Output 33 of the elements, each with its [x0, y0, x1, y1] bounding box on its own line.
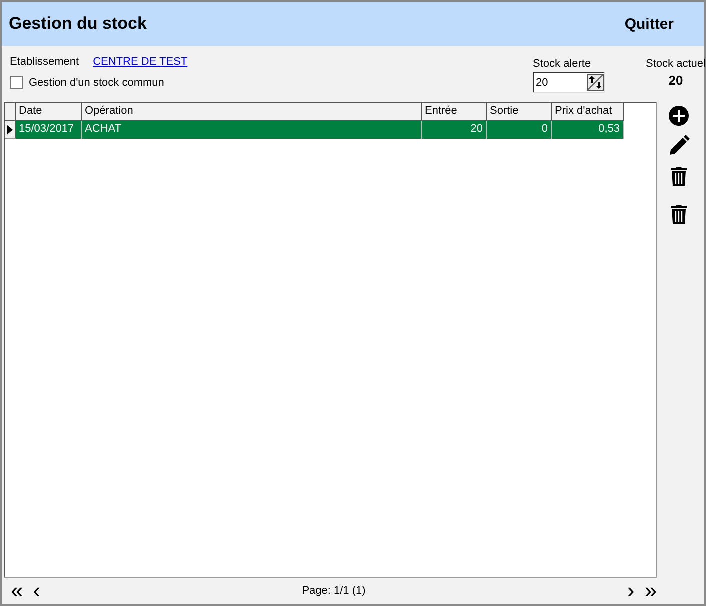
next-page-button[interactable]: ›	[624, 580, 638, 602]
stock-alert-label: Stock alerte	[533, 58, 592, 70]
add-icon[interactable]	[669, 104, 689, 128]
stock-current-value: 20	[668, 73, 684, 88]
table-cell: 20	[422, 121, 487, 139]
spin-arrows-icon[interactable]	[587, 74, 604, 91]
table-cell: 15/03/2017	[16, 121, 82, 139]
table-cell: 0	[487, 121, 552, 139]
table-cell: ACHAT	[82, 121, 422, 139]
checkbox-label: Gestion d'un stock commun	[29, 76, 164, 88]
table-row[interactable]: 15/03/2017 ACHAT 20 0 0,53	[5, 121, 656, 139]
stock-alert-field[interactable]: 20	[533, 72, 605, 93]
stock-current-label: Stock actuel	[646, 58, 706, 70]
column-header[interactable]: Sortie	[487, 103, 552, 121]
first-page-button[interactable]: «	[8, 580, 26, 602]
table-cell: 0,53	[552, 121, 624, 139]
delete-icon[interactable]	[671, 164, 687, 188]
column-header[interactable]: Entrée	[422, 103, 487, 121]
row-pointer-icon	[7, 124, 13, 134]
column-header[interactable]: Opération	[82, 103, 422, 121]
last-page-button[interactable]: »	[642, 580, 660, 602]
edit-icon[interactable]	[668, 134, 690, 158]
column-header[interactable]: Prix d'achat	[552, 103, 624, 121]
row-header[interactable]	[5, 121, 16, 139]
page-indicator: Page: 1/1 (1)	[302, 585, 366, 597]
quit-button[interactable]: Quitter	[620, 14, 678, 34]
checkbox[interactable]	[10, 76, 23, 89]
delete-icon[interactable]	[671, 202, 687, 226]
window-title: Gestion du stock	[9, 14, 147, 34]
column-header[interactable]: Date	[16, 103, 82, 121]
previous-page-button[interactable]: ‹	[30, 580, 44, 602]
establishment-label: Etablissement	[10, 56, 80, 68]
establishment-link[interactable]: CENTRE DE TEST	[93, 56, 188, 68]
